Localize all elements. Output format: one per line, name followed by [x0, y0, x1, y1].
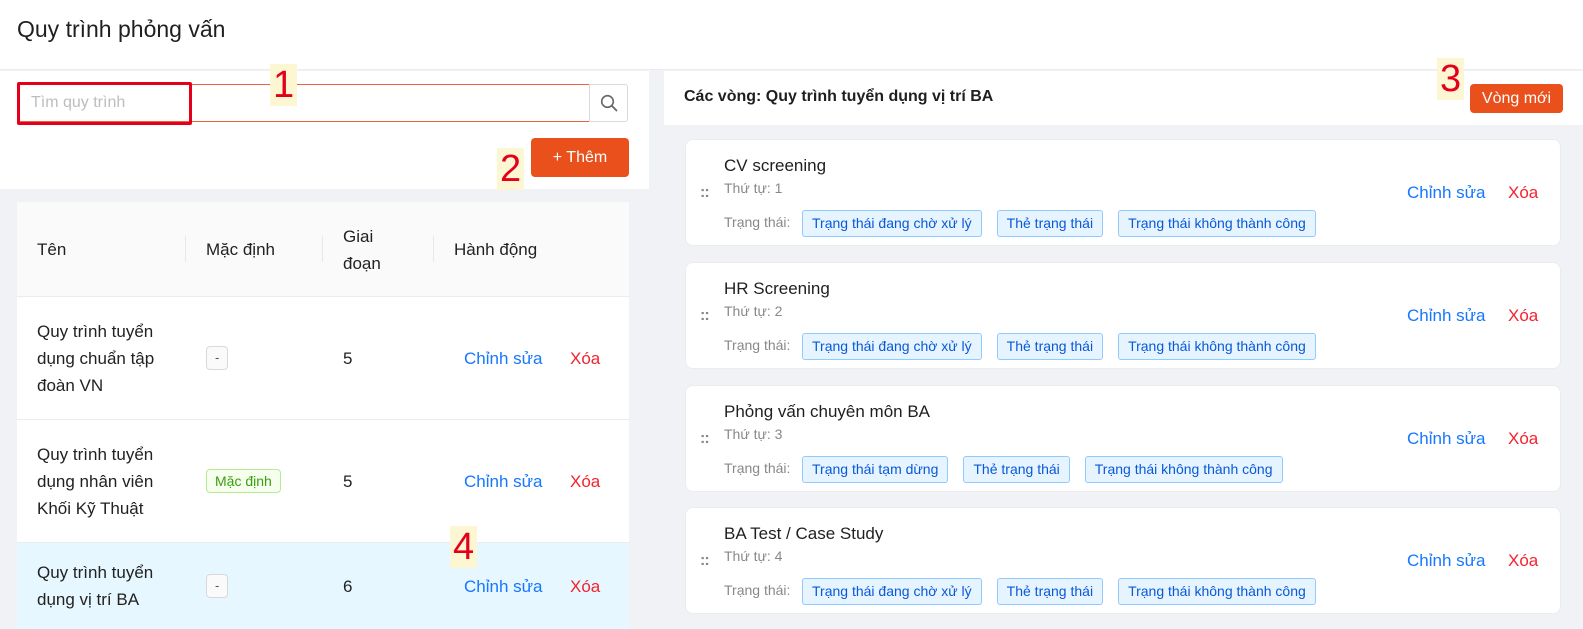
edit-round-link[interactable]: Chỉnh sửa [1407, 429, 1485, 449]
callout-1: 1 [270, 64, 298, 106]
search-panel: + Thêm [0, 71, 649, 189]
round-order: Thứ tự: 1 [724, 180, 783, 196]
callout-3: 3 [1437, 58, 1465, 100]
table-row[interactable]: Quy trình tuyển dụng nhân viên Khối Kỹ T… [17, 420, 629, 543]
page-header: Quy trình phỏng vấn [0, 0, 1583, 70]
status-label: Trạng thái: [724, 214, 791, 230]
default-badge: Mặc định [206, 469, 281, 493]
search-box[interactable] [18, 84, 590, 122]
column-header-default: Mặc định [206, 240, 275, 259]
status-tag: Thẻ trạng thái [996, 578, 1104, 605]
callout-2: 2 [497, 148, 525, 190]
add-process-button[interactable]: + Thêm [531, 138, 629, 177]
column-header-stages: Giai đoạn [343, 226, 381, 273]
delete-round-link[interactable]: Xóa [1508, 551, 1538, 571]
search-input[interactable] [19, 85, 589, 121]
new-round-button[interactable]: Vòng mới [1470, 84, 1563, 113]
status-label: Trạng thái: [724, 582, 791, 598]
default-badge: - [206, 346, 229, 370]
status-tag: Trạng thái tạm dừng [802, 456, 949, 483]
delete-round-link[interactable]: Xóa [1508, 306, 1538, 326]
drag-handle-icon[interactable]: :: [700, 552, 710, 570]
default-badge: - [206, 574, 229, 598]
edit-link[interactable]: Chỉnh sửa [464, 345, 542, 372]
edit-link[interactable]: Chỉnh sửa [464, 573, 542, 600]
round-name: CV screening [724, 156, 827, 175]
delete-link[interactable]: Xóa [570, 573, 600, 600]
table-row[interactable]: Quy trình tuyển dụng chuẩn tập đoàn VN -… [17, 297, 629, 420]
status-tag: Trạng thái không thành công [1118, 333, 1316, 360]
delete-link[interactable]: Xóa [570, 345, 600, 372]
edit-round-link[interactable]: Chỉnh sửa [1407, 183, 1485, 203]
round-card: :: BA Test / Case Study Thứ tự: 4 Trạng … [685, 507, 1561, 614]
status-label: Trạng thái: [724, 337, 791, 353]
edit-round-link[interactable]: Chỉnh sửa [1407, 551, 1485, 571]
search-icon [600, 94, 617, 112]
round-name: BA Test / Case Study [724, 524, 884, 543]
callout-4: 4 [450, 526, 478, 568]
status-tags: Trạng thái tạm dừng Thẻ trạng thái Trạng… [802, 456, 1283, 483]
status-tag: Trạng thái không thành công [1084, 456, 1283, 483]
drag-handle-icon[interactable]: :: [700, 307, 710, 325]
edit-link[interactable]: Chỉnh sửa [464, 468, 542, 495]
stage-count: 5 [343, 471, 353, 491]
status-label: Trạng thái: [724, 460, 791, 476]
search-button[interactable] [589, 84, 628, 122]
edit-round-link[interactable]: Chỉnh sửa [1407, 306, 1485, 326]
delete-link[interactable]: Xóa [570, 468, 600, 495]
round-name: HR Screening [724, 279, 830, 298]
column-header-name: Tên [37, 240, 67, 259]
status-tag: Thẻ trạng thái [963, 456, 1070, 483]
status-tags: Trạng thái đang chờ xử lý Thẻ trạng thái… [802, 333, 1316, 360]
status-tag: Trạng thái không thành công [1118, 210, 1316, 237]
process-table: Tên Mặc định Giai đoạn Hành động Quy trì… [17, 202, 629, 629]
table-row-selected[interactable]: Quy trình tuyển dụng vị trí BA - 6 Chỉnh… [17, 543, 629, 629]
round-card: :: CV screening Thứ tự: 1 Trạng thái: Tr… [685, 139, 1561, 246]
column-divider [322, 236, 323, 262]
round-name: Phỏng vấn chuyên môn BA [724, 402, 931, 421]
page-title: Quy trình phỏng vấn [17, 16, 226, 42]
process-name: Quy trình tuyển dụng vị trí BA [37, 563, 154, 609]
round-card: :: Phỏng vấn chuyên môn BA Thứ tự: 3 Trạ… [685, 385, 1561, 492]
status-tag: Trạng thái không thành công [1118, 578, 1316, 605]
process-name: Quy trình tuyển dụng chuẩn tập đoàn VN [37, 321, 155, 395]
delete-round-link[interactable]: Xóa [1508, 183, 1538, 203]
status-tag: Trạng thái đang chờ xử lý [802, 210, 982, 237]
stage-count: 5 [343, 348, 353, 368]
column-header-actions: Hành động [454, 240, 538, 259]
drag-handle-icon[interactable]: :: [700, 430, 710, 448]
column-divider [433, 236, 434, 262]
status-tag: Trạng thái đang chờ xử lý [802, 578, 982, 605]
column-divider [185, 236, 186, 262]
table-header: Tên Mặc định Giai đoạn Hành động [17, 202, 629, 297]
round-card: :: HR Screening Thứ tự: 2 Trạng thái: Tr… [685, 262, 1561, 369]
stage-count: 6 [343, 576, 353, 596]
round-order: Thứ tự: 4 [724, 548, 783, 564]
status-tags: Trạng thái đang chờ xử lý Thẻ trạng thái… [802, 210, 1316, 237]
status-tag: Trạng thái đang chờ xử lý [802, 333, 982, 360]
round-order: Thứ tự: 2 [724, 303, 783, 319]
delete-round-link[interactable]: Xóa [1508, 429, 1538, 449]
status-tag: Thẻ trạng thái [996, 210, 1104, 237]
round-order: Thứ tự: 3 [724, 426, 783, 442]
drag-handle-icon[interactable]: :: [700, 184, 710, 202]
rounds-title: Các vòng: Quy trình tuyển dụng vị trí BA [684, 88, 994, 105]
process-name: Quy trình tuyển dụng nhân viên Khối Kỹ T… [37, 444, 154, 518]
status-tags: Trạng thái đang chờ xử lý Thẻ trạng thái… [802, 578, 1316, 605]
status-tag: Thẻ trạng thái [996, 333, 1104, 360]
